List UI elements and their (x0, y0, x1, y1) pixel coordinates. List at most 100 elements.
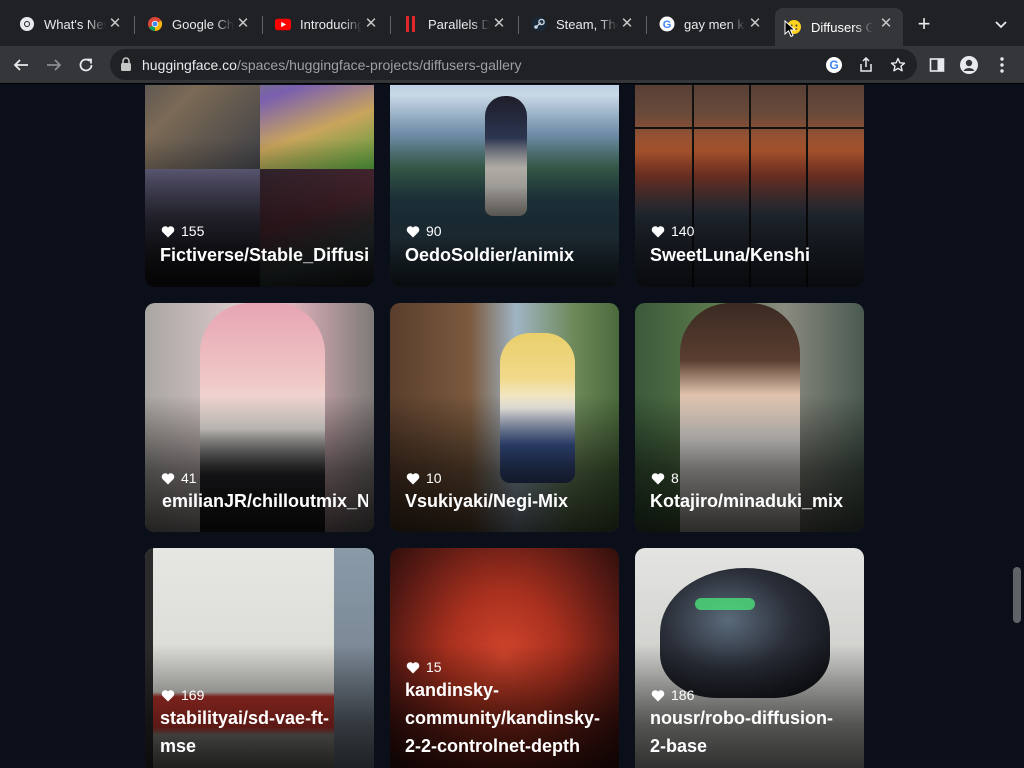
mouse-cursor-icon (784, 20, 796, 38)
tab-title: Steam, The (556, 16, 618, 32)
heart-icon (161, 225, 175, 237)
youtube-icon (275, 16, 291, 32)
reload-icon (79, 58, 93, 72)
side-panel-icon[interactable] (923, 51, 951, 79)
likes-count: 140 (671, 223, 695, 239)
close-tab-icon[interactable]: ✕ (106, 15, 124, 33)
tab-parallels[interactable]: Parallels Desktop ✕ (392, 8, 516, 40)
close-tab-icon[interactable]: ✕ (746, 15, 764, 33)
model-name[interactable]: nousr/robo-diffusion-2-base (650, 704, 844, 760)
likes-counter: 186 (651, 687, 694, 703)
tab-steam[interactable]: Steam, The ✕ (520, 8, 644, 40)
heart-icon (651, 225, 665, 237)
likes-counter: 140 (651, 223, 694, 239)
close-tab-icon[interactable]: ✕ (234, 15, 252, 33)
lock-icon[interactable] (120, 57, 132, 76)
likes-count: 8 (671, 470, 679, 486)
tab-title: Introducing (300, 16, 362, 32)
steam-icon (531, 16, 547, 32)
chrome-icon (19, 16, 35, 32)
forward-arrow-icon (47, 59, 62, 71)
close-tab-icon[interactable]: ✕ (877, 15, 895, 33)
tab-divider (262, 16, 263, 34)
google-lens-icon[interactable]: G (824, 55, 844, 75)
model-name[interactable]: Kotajiro/minaduki_mix (650, 487, 858, 515)
tab-strip: What's New ✕ Google Chrome ✕ Introducing… (0, 0, 1024, 46)
heart-icon (406, 225, 420, 237)
heart-icon (651, 472, 665, 484)
gallery-card[interactable]: 90 OedoSoldier/animix (390, 85, 619, 287)
model-name[interactable]: stabilityai/sd-vae-ft-mse (160, 704, 344, 760)
address-bar[interactable]: huggingface.co/spaces/huggingface-projec… (110, 49, 917, 80)
share-icon[interactable] (856, 55, 876, 75)
forward-button[interactable] (40, 51, 68, 79)
likes-counter: 41 (161, 470, 197, 486)
heart-icon (161, 472, 175, 484)
model-name[interactable]: Vsukiyaki/Negi-Mix (405, 487, 613, 515)
parallels-icon (403, 16, 419, 32)
tab-title: gay men k (684, 16, 744, 32)
bookmark-star-icon[interactable] (888, 55, 908, 75)
tab-title: Google Chrome (172, 16, 234, 32)
gallery-card[interactable]: 140 SweetLuna/Kenshi (635, 85, 864, 287)
new-tab-button[interactable]: + (913, 13, 935, 35)
tab-divider (646, 16, 647, 34)
likes-count: 186 (671, 687, 695, 703)
heart-icon (406, 661, 420, 673)
model-name[interactable]: emilianJR/chilloutmix_NiPrunedFp32Fix (162, 487, 368, 515)
url-host: huggingface.co (142, 57, 237, 73)
likes-counter: 15 (406, 659, 442, 675)
chrome-menu-icon[interactable] (988, 51, 1016, 79)
close-tab-icon[interactable]: ✕ (618, 15, 636, 33)
heart-icon (161, 689, 175, 701)
model-name[interactable]: OedoSoldier/animix (405, 241, 613, 269)
model-name[interactable]: kandinsky-community/kandinsky-2-2-contro… (405, 676, 607, 760)
scrollbar-thumb[interactable] (1013, 567, 1021, 623)
heart-icon (651, 689, 665, 701)
gallery-card[interactable]: 8 Kotajiro/minaduki_mix (635, 303, 864, 532)
tab-whats-new[interactable]: What's New ✕ (8, 8, 132, 40)
diffusers-gallery-page: 155 Fictiverse/Stable_Diffusion 90 OedoS… (0, 85, 1024, 768)
url-path: /spaces/huggingface-projects/diffusers-g… (236, 57, 522, 73)
tab-title: Diffusers Gallery (811, 19, 873, 35)
gallery-card[interactable]: 41 emilianJR/chilloutmix_NiPrunedFp32Fix (145, 303, 374, 532)
tab-introducing[interactable]: Introducing ✕ (264, 8, 388, 40)
url-text: huggingface.co/spaces/huggingface-projec… (142, 57, 522, 73)
likes-counter: 169 (161, 687, 204, 703)
model-name[interactable]: SweetLuna/Kenshi (650, 241, 858, 269)
close-tab-icon[interactable]: ✕ (362, 15, 380, 33)
tab-title: What's New (44, 16, 106, 32)
model-name[interactable]: Fictiverse/Stable_Diffusion (160, 241, 368, 269)
likes-counter: 10 (406, 470, 442, 486)
tab-title: Parallels Desktop (428, 16, 490, 32)
tab-divider (134, 16, 135, 34)
gallery-card[interactable]: 15 kandinsky-community/kandinsky-2-2-con… (390, 548, 619, 768)
tab-divider (518, 16, 519, 34)
likes-count: 169 (181, 687, 205, 703)
gallery-card[interactable]: 169 stabilityai/sd-vae-ft-mse (145, 548, 374, 768)
chrome-icon (147, 16, 163, 32)
tab-google-search[interactable]: G gay men k ✕ (648, 8, 772, 40)
svg-text:G: G (829, 58, 838, 72)
back-arrow-icon (13, 59, 28, 71)
likes-count: 41 (181, 470, 197, 486)
browser-toolbar: huggingface.co/spaces/huggingface-projec… (0, 46, 1024, 84)
profile-avatar-icon[interactable] (955, 51, 983, 79)
likes-counter: 90 (406, 223, 442, 239)
gallery-card[interactable]: 186 nousr/robo-diffusion-2-base (635, 548, 864, 768)
browser-window: What's New ✕ Google Chrome ✕ Introducing… (0, 0, 1024, 768)
gallery-card[interactable]: 10 Vsukiyaki/Negi-Mix (390, 303, 619, 532)
likes-count: 15 (426, 659, 442, 675)
back-button[interactable] (7, 51, 35, 79)
likes-count: 90 (426, 223, 442, 239)
svg-text:G: G (663, 19, 672, 31)
tab-divider (390, 16, 391, 34)
gallery-card[interactable]: 155 Fictiverse/Stable_Diffusion (145, 85, 374, 287)
tab-search-chevron-icon[interactable] (992, 15, 1010, 33)
page-scrollbar[interactable] (1010, 85, 1024, 768)
reload-button[interactable] (72, 51, 100, 79)
tab-google-chrome[interactable]: Google Chrome ✕ (136, 8, 260, 40)
likes-count: 10 (426, 470, 442, 486)
close-tab-icon[interactable]: ✕ (490, 15, 508, 33)
likes-counter: 155 (161, 223, 204, 239)
